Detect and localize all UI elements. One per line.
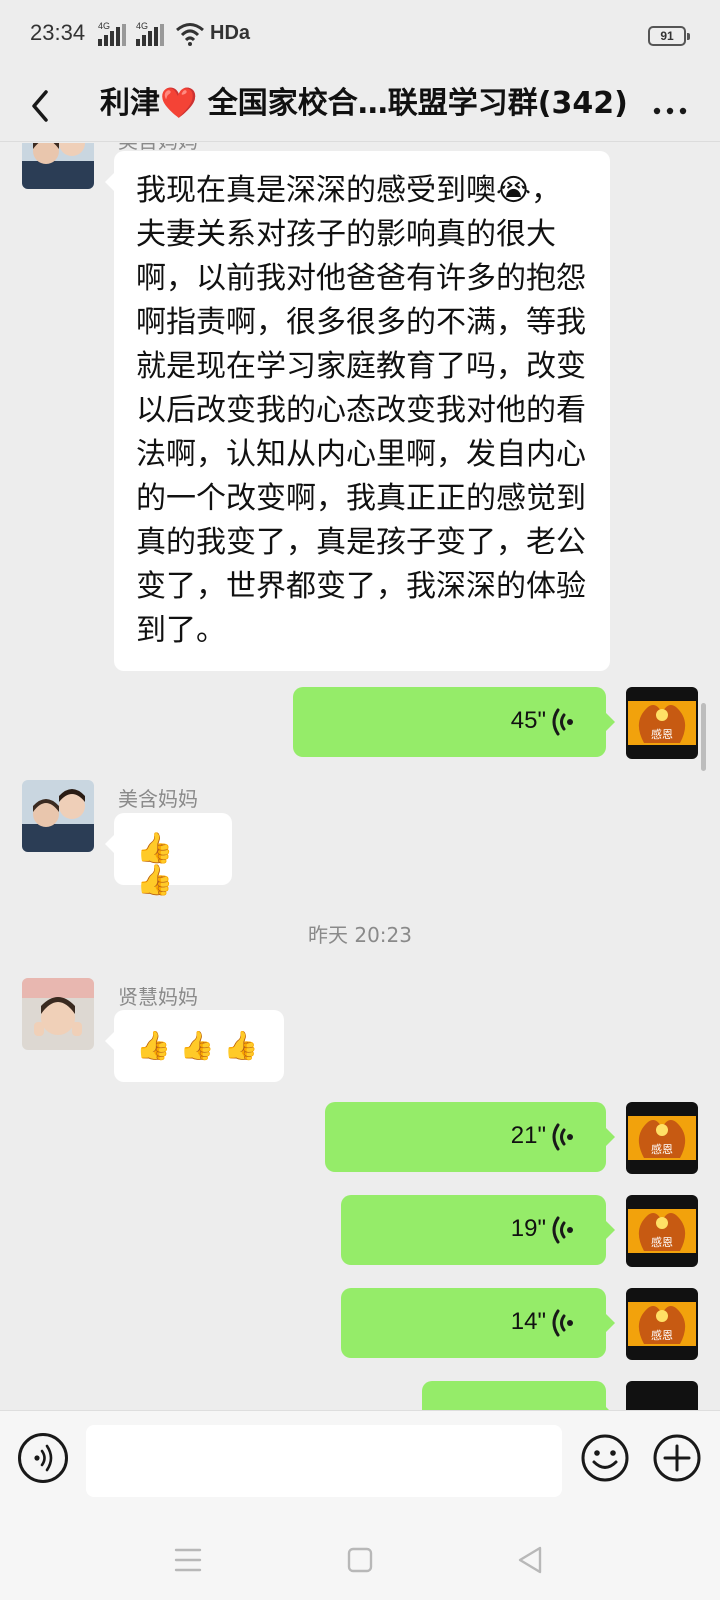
heart-icon: ❤️	[160, 86, 198, 121]
message-input[interactable]	[86, 1425, 562, 1497]
voice-message-bubble[interactable]	[422, 1381, 615, 1410]
self-avatar[interactable]: 感恩	[626, 1102, 698, 1174]
chat-title-rest: 全国家校合…联盟学习群(342)	[197, 86, 628, 121]
voice-wave-icon	[552, 1123, 573, 1151]
voice-message-bubble[interactable]: 19"	[341, 1195, 615, 1265]
voice-duration: 19"	[510, 1215, 546, 1242]
avatar[interactable]	[22, 780, 94, 852]
message-bubble[interactable]: 👍👍	[105, 813, 232, 897]
system-back-button[interactable]	[510, 1542, 550, 1578]
voice-wave-icon	[552, 1216, 573, 1244]
sender-name: 美含妈妈	[118, 787, 198, 811]
message-text: 我现在真是深深的感受到噢😭， 夫妻关系对孩子的影响真的很大 啊，以前我对他爸爸有…	[136, 173, 586, 648]
self-avatar-label: 感恩	[651, 1329, 673, 1342]
cellular-signal-icon-1: 4G	[98, 21, 126, 46]
self-avatar[interactable]: 感恩	[626, 1195, 698, 1267]
avatar[interactable]	[22, 143, 94, 189]
scrollbar[interactable]	[701, 703, 706, 771]
triangle-back-icon	[518, 1546, 542, 1574]
voice-duration: 21"	[510, 1122, 546, 1149]
emoji-icon	[581, 1434, 629, 1482]
plus-icon	[653, 1434, 701, 1482]
avatar[interactable]	[22, 978, 94, 1050]
hd-label: HDa	[210, 22, 251, 44]
chevron-left-icon	[32, 90, 48, 122]
self-avatar[interactable]: 感恩	[626, 687, 698, 759]
chat-title: 利津❤️ 全国家校合…联盟学习群(342)	[100, 78, 628, 130]
message-bubble[interactable]: 我现在真是深深的感受到噢😭， 夫妻关系对孩子的影响真的很大 啊，以前我对他爸爸有…	[105, 151, 610, 671]
sender-name: 贤慧妈妈	[118, 985, 198, 1009]
more-button[interactable]	[645, 84, 695, 128]
back-button[interactable]	[22, 84, 62, 128]
self-avatar[interactable]	[626, 1381, 698, 1410]
voice-message-bubble[interactable]: 21"	[325, 1102, 615, 1172]
status-bar: 23:34 4G 4G HDa 91	[0, 0, 720, 70]
battery-icon: 91	[648, 26, 690, 46]
menu-button[interactable]	[168, 1542, 208, 1578]
status-time: 23:34	[30, 20, 86, 45]
more-functions-button[interactable]	[652, 1433, 702, 1483]
message-bubble[interactable]: 👍 👍 👍	[105, 1010, 284, 1082]
more-dots-icon	[653, 107, 687, 115]
chat-area[interactable]: 美含妈妈 我现在真是深深的感受到噢😭， 夫妻关系对孩子的影响真的很大 啊，以前我…	[0, 143, 720, 1410]
voice-toggle-button[interactable]	[18, 1433, 68, 1483]
emoji-message: 👍👍	[136, 831, 174, 898]
self-avatar-label: 感恩	[651, 728, 673, 741]
voice-toggle-icon	[34, 1444, 53, 1472]
emoji-button[interactable]	[580, 1433, 630, 1483]
battery-level: 91	[660, 29, 674, 43]
emoji-message: 👍 👍 👍	[136, 1029, 259, 1062]
voice-duration: 45"	[510, 707, 546, 734]
chat-title-prefix: 利津	[100, 86, 160, 121]
voice-duration: 14"	[510, 1308, 546, 1335]
wifi-icon	[176, 23, 204, 46]
system-nav-bar	[0, 1520, 720, 1600]
home-button[interactable]	[340, 1542, 380, 1578]
square-home-icon	[347, 1547, 373, 1573]
self-avatar-label: 感恩	[651, 1236, 673, 1249]
voice-wave-icon	[552, 708, 573, 736]
voice-wave-icon	[552, 1309, 573, 1337]
self-avatar-label: 感恩	[651, 1143, 673, 1156]
voice-message-bubble[interactable]: 45"	[293, 687, 615, 757]
time-divider: 昨天 20:23	[308, 923, 412, 947]
self-avatar[interactable]: 感恩	[626, 1288, 698, 1360]
nav-bar: 利津❤️ 全国家校合…联盟学习群(342)	[0, 70, 720, 142]
cellular-signal-icon-2: 4G	[136, 21, 164, 46]
menu-icon	[174, 1548, 202, 1572]
voice-message-bubble[interactable]: 14"	[341, 1288, 615, 1358]
input-bar	[0, 1410, 720, 1520]
